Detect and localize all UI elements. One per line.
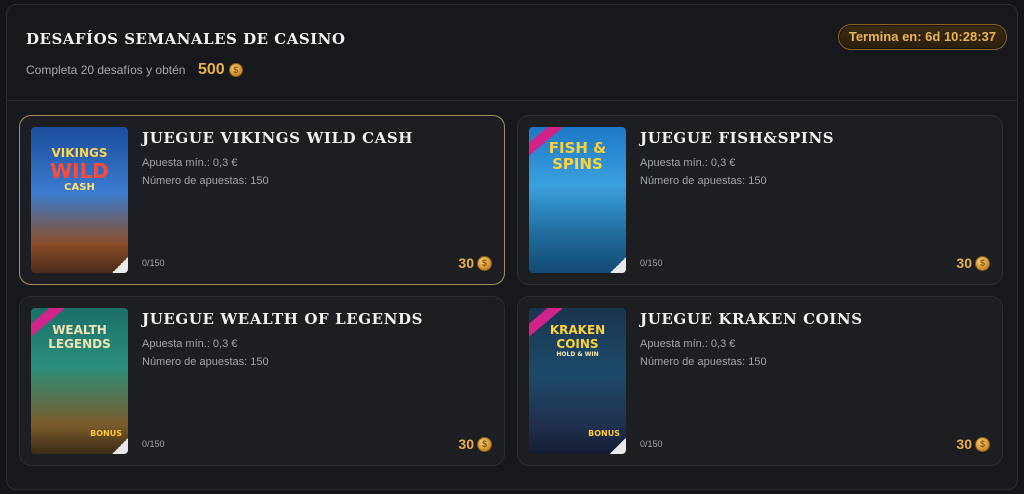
panel-header: Desafíos semanales de casino Completa 20… bbox=[7, 5, 1017, 101]
thumb-logo-text: COINS bbox=[556, 337, 599, 351]
game-thumbnail-kraken-coins[interactable]: KRAKEN COINS HOLD & WIN BONUS bbox=[529, 308, 626, 454]
challenge-progress: 0/150 bbox=[640, 439, 663, 449]
challenge-card-fish-and-spins[interactable]: FISH & SPINS Juegue Fish&Spins Apuesta m… bbox=[517, 115, 1003, 285]
page-title: Desafíos semanales de casino bbox=[26, 30, 346, 48]
challenge-card-wealth-of-legends[interactable]: WEALTH LEGENDS BONUS Juegue Wealth of Le… bbox=[19, 296, 505, 466]
game-thumbnail-wealth-of-legends[interactable]: WEALTH LEGENDS BONUS bbox=[31, 308, 128, 454]
corner-fold bbox=[110, 255, 128, 273]
challenge-subtitle: Completa 20 desafíos y obtén bbox=[26, 63, 186, 77]
challenge-progress: 0/150 bbox=[142, 258, 165, 268]
countdown-timer: Termina en: 6d 10:28:37 bbox=[837, 24, 1007, 50]
coin-icon bbox=[975, 255, 990, 271]
corner-fold bbox=[608, 436, 626, 454]
challenge-points: 30 bbox=[956, 436, 990, 452]
challenge-title: Juegue Kraken Coins bbox=[640, 310, 863, 328]
thumb-logo-text: CASH bbox=[64, 182, 95, 193]
bet-count: Número de apuestas: 150 bbox=[640, 175, 767, 187]
thumb-logo-text: LEGENDS bbox=[48, 337, 111, 351]
challenge-points: 30 bbox=[458, 255, 492, 271]
total-reward: 500 bbox=[198, 61, 243, 79]
challenge-card-kraken-coins[interactable]: KRAKEN COINS HOLD & WIN BONUS Juegue Kra… bbox=[517, 296, 1003, 466]
points-value: 30 bbox=[458, 436, 474, 452]
challenge-progress: 0/150 bbox=[142, 439, 165, 449]
points-value: 30 bbox=[458, 255, 474, 271]
corner-fold bbox=[608, 255, 626, 273]
challenge-title: Juegue Fish&Spins bbox=[640, 129, 835, 147]
game-thumbnail-fish-and-spins[interactable]: FISH & SPINS bbox=[529, 127, 626, 273]
points-value: 30 bbox=[956, 436, 972, 452]
total-reward-value: 500 bbox=[198, 61, 225, 78]
min-bet: Apuesta mín.: 0,3 € bbox=[142, 157, 238, 169]
bet-count: Número de apuestas: 150 bbox=[142, 175, 269, 187]
thumb-logo-text: WILD bbox=[50, 159, 109, 183]
bet-count: Número de apuestas: 150 bbox=[640, 356, 767, 368]
corner-fold bbox=[110, 436, 128, 454]
challenge-card-vikings-wild-cash[interactable]: VIKINGS WILD CASH Juegue Vikings Wild Ca… bbox=[19, 115, 505, 285]
game-thumbnail-vikings-wild-cash[interactable]: VIKINGS WILD CASH bbox=[31, 127, 128, 273]
thumb-logo-text: KRAKEN bbox=[549, 323, 606, 337]
coin-icon bbox=[477, 255, 492, 271]
challenge-points: 30 bbox=[458, 436, 492, 452]
thumb-logo-text: VIKINGS bbox=[51, 146, 108, 160]
challenge-title: Juegue Wealth of Legends bbox=[142, 310, 424, 328]
thumb-logo-text: FISH & bbox=[548, 139, 607, 157]
challenge-progress: 0/150 bbox=[640, 258, 663, 268]
min-bet: Apuesta mín.: 0,3 € bbox=[640, 338, 736, 350]
challenge-title: Juegue Vikings Wild Cash bbox=[142, 129, 414, 147]
coin-icon bbox=[975, 436, 990, 452]
points-value: 30 bbox=[956, 255, 972, 271]
coin-icon bbox=[477, 436, 492, 452]
challenge-points: 30 bbox=[956, 255, 990, 271]
thumb-logo-text: HOLD & WIN bbox=[556, 351, 599, 358]
min-bet: Apuesta mín.: 0,3 € bbox=[142, 338, 238, 350]
thumb-logo-text: SPINS bbox=[552, 155, 603, 173]
bet-count: Número de apuestas: 150 bbox=[142, 356, 269, 368]
min-bet: Apuesta mín.: 0,3 € bbox=[640, 157, 736, 169]
thumb-logo-text: WEALTH bbox=[52, 323, 107, 337]
coin-icon bbox=[228, 63, 243, 77]
